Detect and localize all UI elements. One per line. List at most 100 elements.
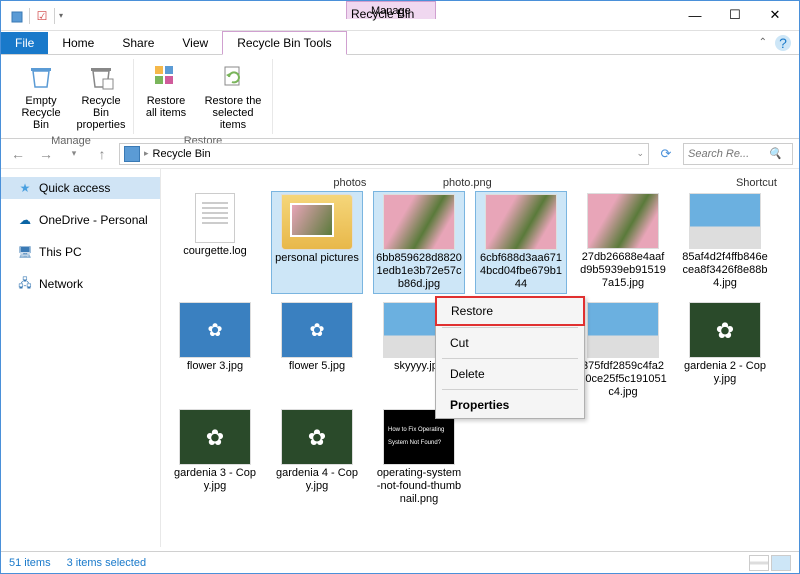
column-header: Shortcut bbox=[722, 177, 791, 189]
search-icon[interactable]: 🔍 bbox=[768, 147, 782, 160]
tab-file[interactable]: File bbox=[1, 32, 48, 54]
address-dropdown-icon[interactable]: ⌄ bbox=[636, 148, 644, 159]
tab-home[interactable]: Home bbox=[48, 32, 108, 54]
restore-all-button[interactable]: Restore all items bbox=[138, 59, 194, 133]
title-bar: ☑ ▾ Manage Recycle Bin — ☐ ✕ bbox=[1, 1, 799, 31]
file-name-label: 6cbf688d3aa6714bcd04fbe679b144 bbox=[478, 252, 564, 291]
navigation-pane: ★ Quick access ☁ OneDrive - Personal 🖥 T… bbox=[1, 169, 161, 547]
recycle-bin-properties-button[interactable]: Recycle Bin properties bbox=[73, 59, 129, 133]
minimize-button[interactable]: — bbox=[675, 1, 715, 29]
file-thumbnail bbox=[485, 194, 557, 250]
file-name-label: personal pictures bbox=[275, 252, 359, 265]
network-icon: 🖧 bbox=[17, 276, 33, 292]
nav-label: Network bbox=[39, 277, 83, 291]
refresh-button[interactable]: ⟳ bbox=[655, 146, 677, 162]
icons-view-button[interactable] bbox=[771, 555, 791, 571]
file-thumbnail bbox=[281, 302, 353, 358]
tab-share[interactable]: Share bbox=[108, 32, 168, 54]
button-label: Recycle Bin properties bbox=[75, 95, 127, 131]
status-selection-count: 3 items selected bbox=[67, 557, 146, 569]
back-button[interactable]: ← bbox=[7, 143, 29, 165]
nav-this-pc[interactable]: 🖥 This PC bbox=[1, 241, 160, 263]
file-item[interactable]: personal pictures bbox=[271, 191, 363, 294]
status-bar: 51 items 3 items selected bbox=[1, 551, 799, 573]
breadcrumb[interactable]: Recycle Bin bbox=[153, 148, 211, 160]
properties-qat-icon[interactable]: ☑ bbox=[34, 8, 50, 24]
file-item[interactable]: How to Fix Operating System Not Found?op… bbox=[373, 407, 465, 508]
file-thumbnail bbox=[281, 409, 353, 465]
file-item[interactable]: gardenia 3 - Copy.jpg bbox=[169, 407, 261, 508]
search-box[interactable]: 🔍 bbox=[683, 143, 793, 165]
file-item[interactable]: 6bb859628d88201edb1e3b72e57cb86d.jpg bbox=[373, 191, 465, 294]
restore-selected-button[interactable]: Restore the selected items bbox=[198, 59, 268, 133]
file-thumbnail bbox=[689, 302, 761, 358]
status-item-count: 51 items bbox=[9, 557, 51, 569]
nav-quick-access[interactable]: ★ Quick access bbox=[1, 177, 160, 199]
file-thumbnail bbox=[195, 193, 235, 243]
file-thumbnail bbox=[689, 193, 761, 249]
file-name-label: gardenia 3 - Copy.jpg bbox=[171, 467, 259, 493]
recent-locations-icon[interactable]: ▾ bbox=[63, 143, 85, 165]
separator bbox=[442, 358, 578, 359]
file-item[interactable]: flower 3.jpg bbox=[169, 300, 261, 401]
nav-label: This PC bbox=[39, 245, 82, 259]
quick-access-toolbar: ☑ ▾ bbox=[1, 8, 75, 24]
tab-view[interactable]: View bbox=[168, 32, 222, 54]
button-label: Restore the selected items bbox=[200, 95, 266, 131]
separator bbox=[442, 327, 578, 328]
address-bar: ← → ▾ ↑ ▸ Recycle Bin ⌄ ⟳ 🔍 bbox=[1, 139, 799, 169]
button-label: Restore all items bbox=[146, 95, 186, 119]
restore-selected-icon bbox=[217, 61, 249, 93]
file-item[interactable]: gardenia 4 - Copy.jpg bbox=[271, 407, 363, 508]
ctx-cut[interactable]: Cut bbox=[436, 330, 584, 356]
properties-icon bbox=[85, 61, 117, 93]
forward-button[interactable]: → bbox=[35, 143, 57, 165]
file-item[interactable]: 6cbf688d3aa6714bcd04fbe679b144 bbox=[475, 191, 567, 294]
file-name-label: gardenia 2 - Copy.jpg bbox=[681, 360, 769, 386]
file-item[interactable]: flower 5.jpg bbox=[271, 300, 363, 401]
address-field[interactable]: ▸ Recycle Bin ⌄ bbox=[119, 143, 649, 165]
ribbon-tabs: File Home Share View Recycle Bin Tools ⌃… bbox=[1, 31, 799, 55]
file-name-label: 375fdf2859c4fa2e0ce25f5c191051c4.jpg bbox=[579, 360, 667, 399]
computer-icon: 🖥 bbox=[17, 244, 33, 260]
ctx-properties[interactable]: Properties bbox=[436, 392, 584, 418]
file-name-label: courgette.log bbox=[183, 245, 247, 258]
file-item[interactable]: courgette.log bbox=[169, 191, 261, 294]
empty-recycle-bin-button[interactable]: Empty Recycle Bin bbox=[13, 59, 69, 133]
file-name-label: 6bb859628d88201edb1e3b72e57cb86d.jpg bbox=[376, 252, 462, 291]
ctx-restore[interactable]: Restore bbox=[435, 296, 585, 326]
collapse-ribbon-icon[interactable]: ⌃ bbox=[759, 37, 767, 48]
maximize-button[interactable]: ☐ bbox=[715, 1, 755, 29]
cloud-icon: ☁ bbox=[17, 212, 33, 228]
file-item[interactable]: 375fdf2859c4fa2e0ce25f5c191051c4.jpg bbox=[577, 300, 669, 401]
view-switcher bbox=[749, 555, 791, 571]
file-item[interactable]: gardenia 2 - Copy.jpg bbox=[679, 300, 771, 401]
close-button[interactable]: ✕ bbox=[755, 1, 795, 29]
file-thumbnail bbox=[383, 194, 455, 250]
button-label: Empty Recycle Bin bbox=[15, 95, 67, 131]
nav-onedrive[interactable]: ☁ OneDrive - Personal bbox=[1, 209, 160, 231]
up-button[interactable]: ↑ bbox=[91, 143, 113, 165]
breadcrumb-separator-icon[interactable]: ▸ bbox=[144, 148, 149, 159]
file-item[interactable]: 27db26688e4aafd9b5939eb915197a15.jpg bbox=[577, 191, 669, 294]
context-menu: Restore Cut Delete Properties bbox=[435, 296, 585, 419]
file-thumbnail bbox=[179, 409, 251, 465]
nav-label: OneDrive - Personal bbox=[39, 213, 148, 227]
column-header: photo.png bbox=[433, 177, 502, 189]
file-item[interactable]: 85af4d2f4ffb846ecea8f3426f8e88b4.jpg bbox=[679, 191, 771, 294]
folder-icon bbox=[281, 194, 353, 250]
ribbon-group-restore: Restore all items Restore the selected i… bbox=[134, 59, 273, 134]
qat-dropdown-icon[interactable]: ▾ bbox=[59, 11, 67, 20]
details-view-button[interactable] bbox=[749, 555, 769, 571]
nav-label: Quick access bbox=[39, 181, 110, 195]
ribbon: Empty Recycle Bin Recycle Bin properties… bbox=[1, 55, 799, 139]
recycle-bin-icon[interactable] bbox=[9, 8, 25, 24]
file-name-label: flower 5.jpg bbox=[289, 360, 345, 373]
ribbon-group-manage: Empty Recycle Bin Recycle Bin properties… bbox=[9, 59, 134, 134]
nav-network[interactable]: 🖧 Network bbox=[1, 273, 160, 295]
recycle-bin-small-icon bbox=[124, 146, 140, 162]
ctx-delete[interactable]: Delete bbox=[436, 361, 584, 387]
tab-recycle-bin-tools[interactable]: Recycle Bin Tools bbox=[222, 31, 347, 55]
help-icon[interactable]: ? bbox=[775, 35, 791, 51]
search-input[interactable] bbox=[688, 148, 768, 160]
